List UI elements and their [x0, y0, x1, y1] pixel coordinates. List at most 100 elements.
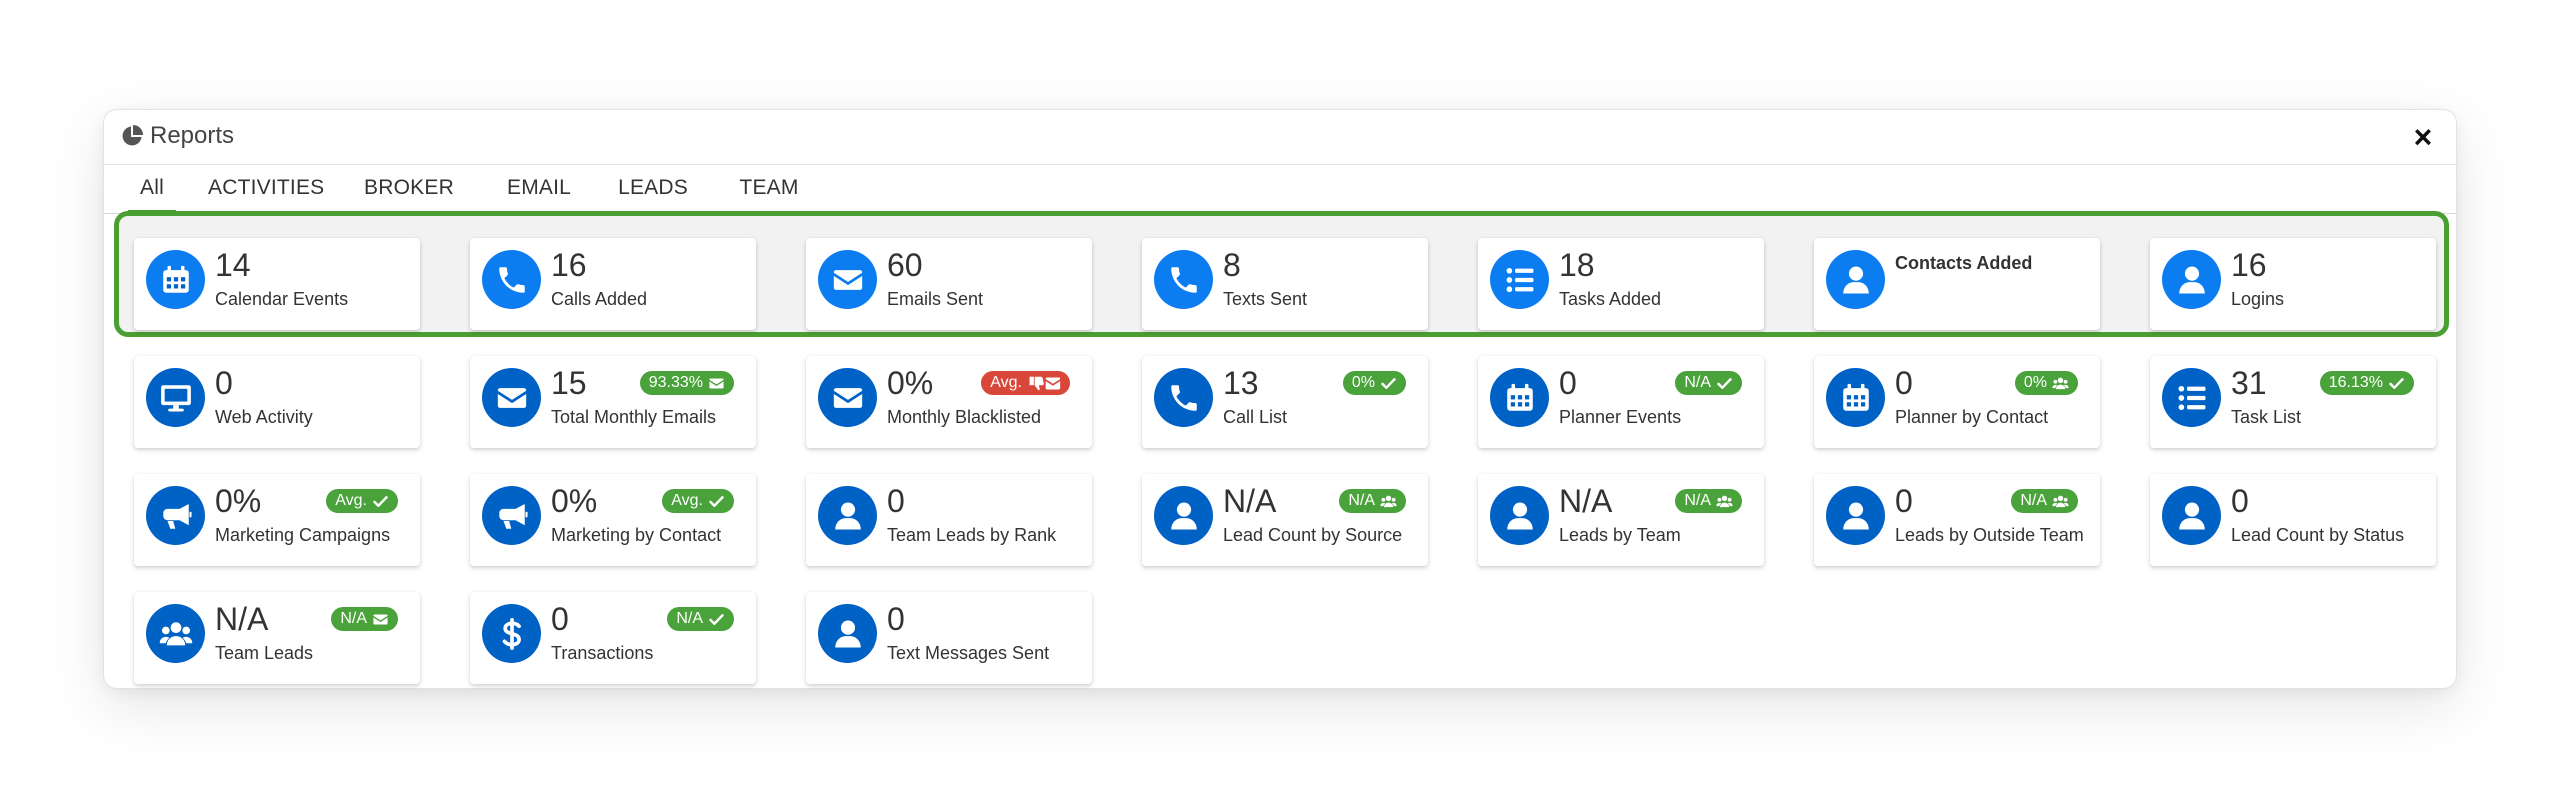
card-value: 13 — [1223, 365, 1259, 401]
thumbs-down-envelope-icon — [1027, 375, 1061, 392]
card-label: Team Leads — [215, 643, 314, 663]
pie-chart-icon — [120, 124, 144, 148]
card-label: Calls Added — [551, 289, 648, 309]
report-card[interactable]: 0 Leads by Outside Team N/A — [1814, 474, 2100, 566]
user-icon — [2162, 250, 2221, 309]
tab-leads[interactable]: LEADS — [618, 166, 688, 214]
card-label: Marketing Campaigns — [215, 525, 391, 545]
report-card[interactable]: 0 Web Activity — [134, 356, 420, 448]
status-badge: N/A — [1675, 489, 1742, 513]
card-value: N/A — [1223, 483, 1277, 519]
close-button[interactable]: × — [2408, 121, 2438, 153]
card-value: 16 — [551, 247, 587, 283]
card-label: Calendar Events — [215, 289, 349, 309]
report-card[interactable]: 0 Text Messages Sent — [806, 592, 1092, 684]
calendar-icon — [1490, 368, 1549, 427]
card-value: 14 — [215, 247, 251, 283]
card-label: Planner Events — [1559, 407, 1682, 427]
status-badge-text: Avg. — [671, 492, 703, 509]
card-value: 60 — [887, 247, 923, 283]
report-card[interactable]: 18 Tasks Added — [1478, 238, 1764, 330]
phone-icon — [482, 250, 541, 309]
monitor-icon — [146, 368, 205, 427]
user-icon — [1826, 486, 1885, 545]
status-badge-text: N/A — [2020, 492, 2047, 509]
envelope-icon — [482, 368, 541, 427]
card-value: 0% — [215, 483, 262, 519]
report-card[interactable]: 0 Planner by Contact 0% — [1814, 356, 2100, 448]
card-label: Texts Sent — [1223, 289, 1308, 309]
report-card[interactable]: Contacts Added — [1814, 238, 2100, 330]
user-icon — [1490, 486, 1549, 545]
panel-title-wrap: Reports — [120, 122, 234, 150]
card-value: 0 — [551, 601, 569, 637]
report-card[interactable]: N/A Lead Count by Source N/A — [1142, 474, 1428, 566]
report-card[interactable]: 0% Marketing Campaigns Avg. — [134, 474, 420, 566]
check-icon — [1380, 375, 1397, 392]
user-icon — [1154, 486, 1213, 545]
card-label: Team Leads by Rank — [887, 525, 1057, 545]
card-label: Marketing by Contact — [551, 525, 722, 545]
tab-team[interactable]: TEAM — [737, 166, 801, 214]
users-icon — [1380, 493, 1397, 510]
users-icon — [146, 604, 205, 663]
status-badge: N/A — [1339, 489, 1406, 513]
report-card[interactable]: 15 Total Monthly Emails 93.33% — [470, 356, 756, 448]
report-card[interactable]: N/A Leads by Team N/A — [1478, 474, 1764, 566]
report-card[interactable]: 16 Calls Added — [470, 238, 756, 330]
card-value: 0% — [887, 365, 934, 401]
status-badge-text: 0% — [2023, 374, 2047, 391]
status-badge: 0% — [2014, 371, 2078, 395]
status-badge: Avg. — [326, 489, 398, 513]
phone-icon — [1154, 250, 1213, 309]
tab-bar: All ACTIVITIES BROKER EMAIL LEADS TEAM — [104, 166, 2456, 215]
status-badge-text: Avg. — [990, 374, 1022, 391]
user-icon — [1826, 250, 1885, 309]
card-label: Text Messages Sent — [887, 643, 1050, 663]
card-label: Planner by Contact — [1895, 407, 2049, 427]
tab-email[interactable]: EMAIL — [504, 166, 574, 214]
report-card[interactable]: 0 Team Leads by Rank — [806, 474, 1092, 566]
report-card[interactable]: 31 Task List 16.13% — [2150, 356, 2436, 448]
card-label: Emails Sent — [887, 289, 984, 309]
status-badge: Avg. — [662, 489, 734, 513]
list-icon — [2162, 368, 2221, 427]
report-card[interactable]: 0 Lead Count by Status — [2150, 474, 2436, 566]
status-badge-text: Avg. — [335, 492, 367, 509]
status-badge: N/A — [667, 607, 734, 631]
envelope-icon — [708, 375, 725, 392]
status-badge-text: 93.33% — [648, 374, 703, 391]
card-label: Lead Count by Source — [1223, 525, 1403, 545]
panel-title: Reports — [150, 122, 235, 149]
users-icon — [2052, 493, 2069, 510]
report-card[interactable]: 14 Calendar Events — [134, 238, 420, 330]
tab-all[interactable]: All — [128, 166, 176, 215]
report-card[interactable]: 60 Emails Sent — [806, 238, 1092, 330]
status-badge: N/A — [2011, 489, 2078, 513]
report-card[interactable]: 13 Call List 0% — [1142, 356, 1428, 448]
report-card[interactable]: 0% Monthly Blacklisted Avg. — [806, 356, 1092, 448]
check-icon — [372, 493, 389, 510]
report-card[interactable]: 0% Marketing by Contact Avg. — [470, 474, 756, 566]
card-value: N/A — [215, 601, 269, 637]
tab-activities[interactable]: ACTIVITIES — [208, 166, 324, 214]
report-card[interactable]: 16 Logins — [2150, 238, 2436, 330]
report-card[interactable]: 0 Planner Events N/A — [1478, 356, 1764, 448]
check-icon — [708, 493, 725, 510]
card-value: 0 — [2231, 483, 2249, 519]
envelope-icon — [372, 611, 389, 628]
card-label: Call List — [1223, 407, 1288, 427]
card-label: Monthly Blacklisted — [887, 407, 1042, 427]
status-badge-text: N/A — [1348, 492, 1375, 509]
report-card[interactable]: 0 Transactions N/A — [470, 592, 756, 684]
user-icon — [818, 486, 877, 545]
report-card[interactable]: N/A Team Leads N/A — [134, 592, 420, 684]
status-badge-text: N/A — [1684, 492, 1711, 509]
tab-broker[interactable]: BROKER — [364, 166, 454, 214]
status-badge: N/A — [331, 607, 398, 631]
envelope-icon — [818, 250, 877, 309]
report-card[interactable]: 8 Texts Sent — [1142, 238, 1428, 330]
list-icon — [1490, 250, 1549, 309]
status-badge: N/A — [1675, 371, 1742, 395]
card-value: 0 — [1895, 483, 1913, 519]
